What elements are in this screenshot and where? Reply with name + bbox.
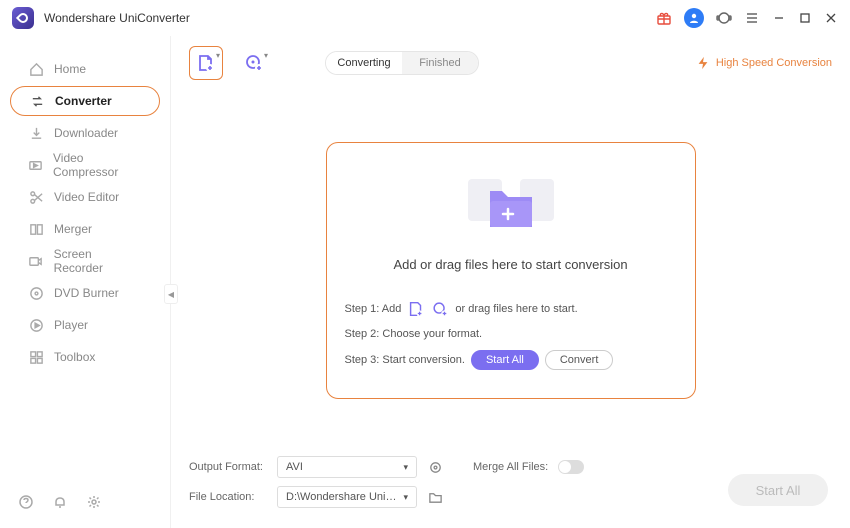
sidebar-item-player[interactable]: Player <box>10 310 160 340</box>
sidebar-item-label: Merger <box>54 222 92 236</box>
sidebar-item-label: Video Compressor <box>53 151 142 179</box>
format-settings-icon[interactable] <box>427 459 443 475</box>
open-folder-icon[interactable] <box>427 489 443 505</box>
download-icon <box>28 125 44 141</box>
file-location-label: File Location: <box>189 491 267 503</box>
gift-icon[interactable] <box>656 10 672 26</box>
sidebar-item-label: Downloader <box>54 126 118 140</box>
output-format-value: AVI <box>286 461 303 473</box>
sidebar-item-merger[interactable]: Merger <box>10 214 160 244</box>
step-1-suffix: or drag files here to start. <box>455 303 577 315</box>
status-tabs: Converting Finished <box>325 51 479 75</box>
app-title: Wondershare UniConverter <box>44 11 190 25</box>
sidebar-item-label: Home <box>54 62 86 76</box>
settings-icon[interactable] <box>86 494 102 510</box>
sidebar-item-label: Converter <box>55 94 112 108</box>
output-format-select[interactable]: AVI ▾ <box>277 456 417 478</box>
chevron-down-icon: ▾ <box>403 492 408 503</box>
start-all-button[interactable]: Start All <box>728 474 828 506</box>
grid-icon <box>28 349 44 365</box>
sidebar-item-label: Video Editor <box>54 190 119 204</box>
home-icon <box>28 61 44 77</box>
toolbar: ▾ ▾ Converting Finished High Speed Conve… <box>189 46 832 80</box>
drop-main-text: Add or drag files here to start conversi… <box>345 257 677 272</box>
close-button[interactable] <box>824 11 838 25</box>
compress-icon <box>28 157 43 173</box>
step-1-prefix: Step 1: Add <box>345 303 402 315</box>
start-all-step-button[interactable]: Start All <box>471 350 539 370</box>
title-bar: Wondershare UniConverter <box>0 0 850 36</box>
sidebar-item-label: Screen Recorder <box>54 247 142 275</box>
play-icon <box>28 317 44 333</box>
step-1-row: Step 1: Add or drag files here to start. <box>345 300 677 318</box>
sidebar-item-label: DVD Burner <box>54 286 119 300</box>
file-location-select[interactable]: D:\Wondershare UniConverter ▾ <box>277 486 417 508</box>
high-speed-label: High Speed Conversion <box>716 57 832 69</box>
sidebar-item-toolbox[interactable]: Toolbox <box>10 342 160 372</box>
output-format-label: Output Format: <box>189 461 267 473</box>
disc-icon <box>28 285 44 301</box>
help-icon[interactable] <box>18 494 34 510</box>
convert-step-button[interactable]: Convert <box>545 350 614 370</box>
sidebar-item-dvd-burner[interactable]: DVD Burner <box>10 278 160 308</box>
user-avatar-icon[interactable] <box>684 8 704 28</box>
merge-files-label: Merge All Files: <box>473 461 548 473</box>
chevron-down-icon: ▾ <box>403 462 408 473</box>
step-3-text: Step 3: Start conversion. <box>345 354 465 366</box>
file-location-value: D:\Wondershare UniConverter <box>286 491 403 503</box>
tab-converting[interactable]: Converting <box>326 52 402 74</box>
app-logo <box>12 7 34 29</box>
folder-illustration <box>345 169 677 239</box>
add-dvd-button[interactable]: ▾ <box>237 46 271 80</box>
sidebar-item-compressor[interactable]: Video Compressor <box>10 150 160 180</box>
drop-area[interactable]: Add or drag files here to start conversi… <box>326 142 696 399</box>
sidebar-item-downloader[interactable]: Downloader <box>10 118 160 148</box>
add-file-button[interactable]: ▾ <box>189 46 223 80</box>
step-3-row: Step 3: Start conversion. Start All Conv… <box>345 350 677 370</box>
merger-icon <box>28 221 44 237</box>
sidebar-item-editor[interactable]: Video Editor <box>10 182 160 212</box>
chevron-down-icon: ▾ <box>264 51 268 60</box>
add-dvd-icon[interactable] <box>431 300 449 318</box>
menu-icon[interactable] <box>744 10 760 26</box>
sidebar-item-home[interactable]: Home <box>10 54 160 84</box>
record-icon <box>28 253 44 269</box>
sidebar-item-screen-recorder[interactable]: Screen Recorder <box>10 246 160 276</box>
chevron-down-icon: ▾ <box>216 51 220 60</box>
sidebar-item-label: Toolbox <box>54 350 95 364</box>
add-file-icon[interactable] <box>407 300 425 318</box>
bell-icon[interactable] <box>52 494 68 510</box>
sidebar-item-label: Player <box>54 318 88 332</box>
merge-files-toggle[interactable] <box>558 460 584 474</box>
step-2-row: Step 2: Choose your format. <box>345 328 677 340</box>
sidebar: Home Converter Downloader Video Compress… <box>0 36 170 528</box>
tab-finished[interactable]: Finished <box>402 52 478 74</box>
sidebar-item-converter[interactable]: Converter <box>10 86 160 116</box>
high-speed-conversion-button[interactable]: High Speed Conversion <box>696 56 832 70</box>
minimize-button[interactable] <box>772 11 786 25</box>
maximize-button[interactable] <box>798 11 812 25</box>
collapse-sidebar-button[interactable]: ◀ <box>164 284 178 304</box>
main-panel: ▾ ▾ Converting Finished High Speed Conve… <box>170 36 850 528</box>
scissors-icon <box>28 189 44 205</box>
support-icon[interactable] <box>716 10 732 26</box>
converter-icon <box>29 93 45 109</box>
